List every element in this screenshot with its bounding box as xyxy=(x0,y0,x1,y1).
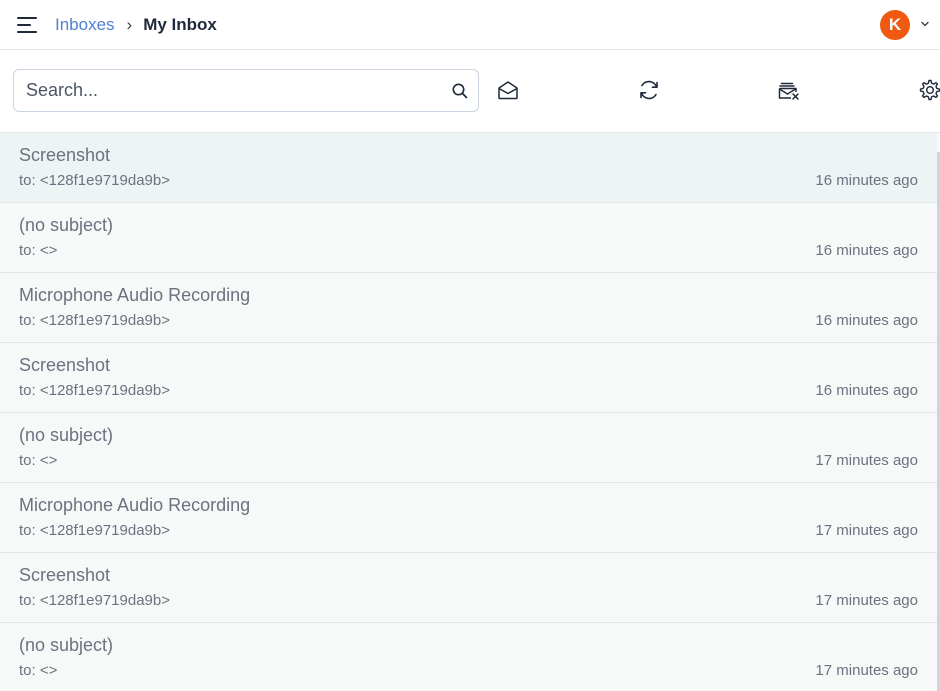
message-row[interactable]: Microphone Audio Recording to: <128f1e971… xyxy=(0,273,937,343)
message-timestamp: 17 minutes ago xyxy=(815,662,918,679)
message-recipient: to: <128f1e9719da9b> xyxy=(19,312,170,329)
hamburger-menu-icon[interactable] xyxy=(17,16,39,34)
message-recipient: to: <128f1e9719da9b> xyxy=(19,592,170,609)
message-row[interactable]: Screenshot to: <128f1e9719da9b> 17 minutes… xyxy=(0,553,937,623)
message-timestamp: 17 minutes ago xyxy=(815,592,918,609)
breadcrumb: Inboxes › My Inbox xyxy=(55,14,217,36)
breadcrumb-inboxes-link[interactable]: Inboxes xyxy=(55,15,115,35)
message-subject: (no subject) xyxy=(19,215,114,235)
top-bar: Inboxes › My Inbox K xyxy=(0,0,940,50)
message-row[interactable]: Microphone Audio Recording to: <128f1e971… xyxy=(0,483,937,553)
message-timestamp: 16 minutes ago xyxy=(815,312,918,329)
message-list: Screenshot to: <128f1e9719da9b> 16 minutes… xyxy=(0,132,940,691)
gear-icon[interactable] xyxy=(918,78,940,102)
message-recipient: to: <> xyxy=(19,662,58,679)
message-timestamp: 16 minutes ago xyxy=(815,242,918,259)
message-recipient: to: <128f1e9719da9b> xyxy=(19,382,170,399)
message-timestamp: 17 minutes ago xyxy=(815,452,918,469)
message-row[interactable]: (no subject) to: <> 17 minutes ago xyxy=(0,623,937,691)
chevron-down-icon[interactable] xyxy=(918,17,932,31)
search-icon[interactable] xyxy=(451,82,469,100)
breadcrumb-separator: › xyxy=(126,15,133,34)
message-timestamp: 17 minutes ago xyxy=(815,522,918,539)
message-recipient: to: <> xyxy=(19,452,58,469)
clear-inbox-icon[interactable] xyxy=(777,78,801,102)
page-title: My Inbox xyxy=(143,15,217,34)
message-recipient: to: <> xyxy=(19,242,58,259)
message-row[interactable]: (no subject) to: <> 17 minutes ago xyxy=(0,413,937,483)
message-subject: (no subject) xyxy=(19,635,114,655)
message-subject: Screenshot xyxy=(19,565,111,585)
mark-read-envelope-icon[interactable] xyxy=(496,78,520,102)
message-subject: Microphone Audio Recording xyxy=(19,495,251,515)
toolbar xyxy=(0,50,940,132)
message-timestamp: 16 minutes ago xyxy=(815,382,918,399)
refresh-icon[interactable] xyxy=(637,78,661,102)
message-recipient: to: <128f1e9719da9b> xyxy=(19,172,170,189)
message-subject: Microphone Audio Recording xyxy=(19,285,251,305)
message-row[interactable]: Screenshot to: <128f1e9719da9b> 16 minutes… xyxy=(0,133,937,203)
message-recipient: to: <128f1e9719da9b> xyxy=(19,522,170,539)
search-input[interactable] xyxy=(14,70,434,111)
message-timestamp: 16 minutes ago xyxy=(815,172,918,189)
message-subject: Screenshot xyxy=(19,145,111,165)
message-subject: (no subject) xyxy=(19,425,114,445)
search-box xyxy=(13,69,479,112)
avatar[interactable]: K xyxy=(880,10,910,40)
message-row[interactable]: Screenshot to: <128f1e9719da9b> 16 minutes… xyxy=(0,343,937,413)
message-subject: Screenshot xyxy=(19,355,111,375)
message-row[interactable]: (no subject) to: <> 16 minutes ago xyxy=(0,203,937,273)
